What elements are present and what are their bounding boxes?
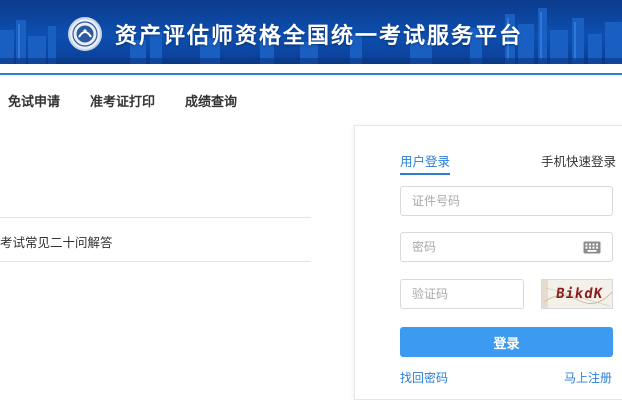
register-link[interactable]: 马上注册 [564, 369, 612, 386]
password-field [400, 232, 613, 262]
captcha-image[interactable]: BikdK [541, 279, 613, 309]
captcha-input[interactable] [401, 280, 523, 308]
main-nav: 免试申请 准考证打印 成绩查询 [0, 78, 622, 122]
forgot-password-link[interactable]: 找回密码 [400, 369, 448, 386]
password-input[interactable] [401, 233, 612, 261]
tab-phone-login[interactable]: 手机快速登录 [541, 151, 616, 170]
tab-user-login[interactable]: 用户登录 [400, 151, 451, 175]
id-number-input[interactable] [401, 187, 612, 215]
association-seal-icon [68, 17, 102, 51]
login-button[interactable]: 登录 [400, 327, 613, 357]
page-title: 资产评估师资格全国统一考试服务平台 [115, 24, 524, 49]
id-number-field [400, 186, 613, 216]
nav-item-admission-ticket-print[interactable]: 准考证打印 [90, 91, 155, 110]
nav-item-exemption-application[interactable]: 免试申请 [8, 91, 60, 110]
captcha-code-text: BikdK [554, 286, 605, 302]
keyboard-icon[interactable] [583, 241, 601, 254]
list-item-faq[interactable]: 考试常见二十问解答 [0, 232, 113, 251]
list-divider-bottom [0, 261, 311, 262]
header-banner: 资产评估师资格全国统一考试服务平台 [0, 0, 622, 64]
list-divider-top [0, 217, 311, 218]
captcha-field [400, 279, 524, 309]
nav-item-score-query[interactable]: 成绩查询 [185, 91, 237, 110]
header-divider [0, 64, 622, 75]
